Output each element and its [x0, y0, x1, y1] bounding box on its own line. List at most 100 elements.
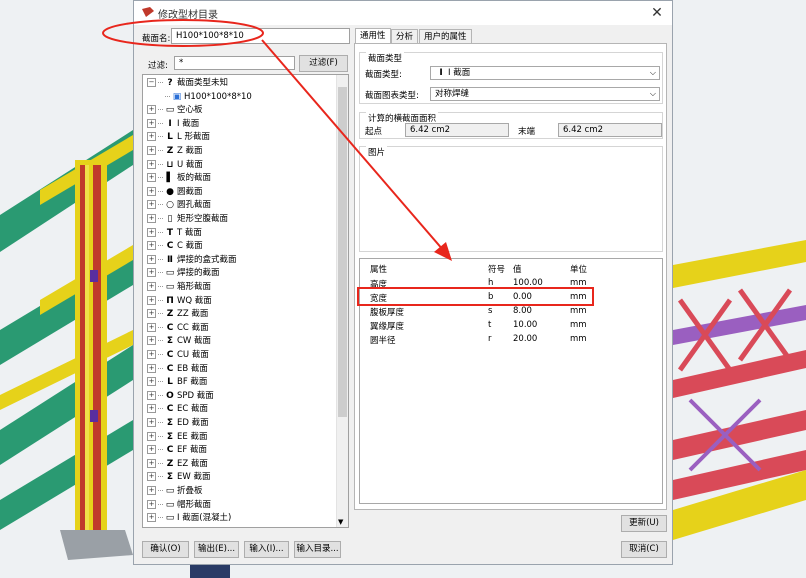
- tree-item[interactable]: + I I 截面: [147, 118, 199, 132]
- tree-item[interactable]: + Σ CW 截面: [147, 335, 211, 349]
- expand-icon[interactable]: +: [147, 254, 156, 264]
- tree-item-label: 圆孔截面: [177, 200, 212, 211]
- close-icon[interactable]: ✕: [648, 3, 666, 23]
- tree-item[interactable]: + ▭ 折叠板: [147, 485, 203, 499]
- tree-item[interactable]: + Z Z 截面: [147, 145, 203, 159]
- tree-item[interactable]: + ▭ 帽形截面: [147, 499, 211, 513]
- tree-item[interactable]: + ▭ I 截面(混凝土): [147, 512, 231, 526]
- tree-item[interactable]: + C EF 截面: [147, 444, 207, 458]
- tree-item[interactable]: + T T 截面: [147, 227, 202, 241]
- tree-item[interactable]: −? 截面类型未知: [147, 77, 228, 91]
- section-type-select[interactable]: I I 截面 ⌵: [430, 66, 660, 80]
- profile-name-input[interactable]: H100*100*8*10: [171, 28, 350, 44]
- tree-item[interactable]: + ▌ 板的截面: [147, 172, 211, 186]
- tree-item[interactable]: + ● 圆截面: [147, 186, 203, 200]
- expand-icon[interactable]: +: [147, 295, 156, 305]
- expand-icon[interactable]: +: [147, 118, 156, 128]
- tree-scrollbar[interactable]: ▼: [336, 75, 348, 527]
- tree-connector: [158, 258, 163, 260]
- tab-general[interactable]: 通用性: [355, 28, 391, 44]
- filter-input[interactable]: *: [174, 56, 295, 70]
- filter-button[interactable]: 过滤(F): [299, 55, 348, 72]
- tree-item[interactable]: + ○ 圆孔截面: [147, 199, 211, 213]
- profile-tree[interactable]: −? 截面类型未知 ▣ H100*100*8*10 + ▭ 空心板 + I I 截面 + L L 形截面…: [142, 74, 349, 528]
- profile-type-icon: ▭: [165, 282, 175, 292]
- expand-icon[interactable]: +: [147, 309, 156, 319]
- tree-item[interactable]: + C CC 截面: [147, 322, 209, 336]
- tree-item[interactable]: + O SPD 截面: [147, 390, 214, 404]
- tree-item[interactable]: + L L 形截面: [147, 131, 210, 145]
- expand-icon[interactable]: +: [147, 159, 156, 169]
- collapse-icon[interactable]: −: [147, 78, 156, 87]
- expand-icon[interactable]: +: [147, 173, 156, 183]
- expand-icon[interactable]: +: [147, 350, 156, 359]
- expand-icon[interactable]: +: [147, 200, 156, 210]
- expand-icon[interactable]: +: [147, 458, 156, 468]
- tree-connector: [158, 354, 163, 355]
- expand-icon[interactable]: +: [147, 445, 156, 455]
- expand-icon[interactable]: +: [147, 390, 156, 400]
- expand-icon[interactable]: +: [147, 472, 156, 482]
- profile-type-icon: C: [166, 322, 174, 333]
- expand-icon[interactable]: +: [147, 132, 156, 142]
- tree-item[interactable]: + Ⅱ 焊接的盒式截面: [147, 254, 237, 268]
- tree-item-selected-profile[interactable]: ▣ H100*100*8*10: [165, 91, 252, 105]
- expand-icon[interactable]: +: [147, 268, 156, 278]
- tree-item[interactable]: + ▭ 焊接的截面: [147, 267, 220, 281]
- tree-item[interactable]: + Π WQ 截面: [147, 295, 212, 309]
- tree-item[interactable]: + ⊔ U 截面: [147, 159, 203, 173]
- import-button[interactable]: 输入(I)...: [244, 541, 289, 558]
- expand-icon[interactable]: +: [147, 377, 156, 387]
- tree-item[interactable]: + L BF 截面: [147, 376, 207, 390]
- properties-table[interactable]: 属性 符号值 单位 高度 h 100.00 mm 宽度 b 0.00 mm 腹板厚度 s 8.00 mm 翼缘…: [359, 258, 663, 504]
- tree-item[interactable]: + Z EZ 截面: [147, 458, 208, 472]
- expand-icon[interactable]: +: [147, 214, 156, 223]
- expand-icon[interactable]: +: [147, 404, 156, 414]
- tree-connector: [158, 136, 163, 138]
- tree-scrollbar-thumb[interactable]: [338, 87, 347, 417]
- expand-icon[interactable]: +: [147, 241, 156, 251]
- tree-item-label: I 截面(混凝土): [177, 513, 232, 524]
- tree-item[interactable]: + Σ EW 截面: [147, 471, 210, 485]
- profile-type-icon: Ⅱ: [167, 254, 173, 265]
- tree-item[interactable]: + ▭ 箱形截面: [147, 281, 211, 295]
- tree-item[interactable]: + C CU 截面: [147, 349, 209, 363]
- import-catalog-button[interactable]: 输入目录...: [294, 541, 341, 558]
- tree-connector: [158, 340, 163, 342]
- export-button[interactable]: 输出(E)...: [194, 541, 239, 558]
- profile-type-icon: C: [166, 350, 174, 360]
- expand-icon[interactable]: +: [147, 322, 156, 332]
- tree-item[interactable]: + C C 截面: [147, 240, 203, 254]
- profile-type-icon: C: [166, 445, 174, 456]
- expand-icon[interactable]: +: [147, 431, 156, 441]
- property-cell: b: [488, 292, 494, 302]
- property-cell: 100.00: [513, 278, 543, 288]
- tree-item[interactable]: + C EC 截面: [147, 403, 208, 417]
- tree-item[interactable]: + Z ZZ 截面: [147, 308, 208, 322]
- ok-button[interactable]: 确认(O): [142, 541, 189, 558]
- expand-icon[interactable]: +: [147, 499, 156, 509]
- tab-analysis[interactable]: 分析: [391, 29, 419, 44]
- expand-icon[interactable]: +: [147, 363, 156, 373]
- cancel-button[interactable]: 取消(C): [621, 541, 667, 558]
- update-button[interactable]: 更新(U): [621, 515, 667, 532]
- expand-icon[interactable]: +: [147, 146, 156, 155]
- tree-item[interactable]: + ▯ 矩形空腹截面: [147, 213, 228, 227]
- expand-icon[interactable]: +: [147, 513, 156, 523]
- title-bar[interactable]: 修改型材目录 ✕: [134, 1, 672, 25]
- scroll-down-icon[interactable]: ▼: [338, 518, 343, 526]
- section-subtype-select[interactable]: 对称焊缝 ⌵: [430, 87, 660, 101]
- tree-item[interactable]: + C EB 截面: [147, 363, 208, 377]
- expand-icon[interactable]: +: [147, 227, 156, 237]
- tree-item[interactable]: + Σ EE 截面: [147, 431, 207, 445]
- expand-icon[interactable]: +: [147, 486, 156, 495]
- expand-icon[interactable]: +: [147, 282, 156, 291]
- expand-icon[interactable]: +: [147, 336, 156, 346]
- tab-user-attributes[interactable]: 用户的属性: [419, 29, 472, 44]
- tree-connector: [158, 462, 163, 464]
- tree-item[interactable]: + ▭ 空心板: [147, 104, 203, 118]
- expand-icon[interactable]: +: [147, 105, 156, 115]
- expand-icon[interactable]: +: [147, 186, 156, 196]
- tree-item[interactable]: + Σ ED 截面: [147, 417, 209, 431]
- expand-icon[interactable]: +: [147, 418, 156, 427]
